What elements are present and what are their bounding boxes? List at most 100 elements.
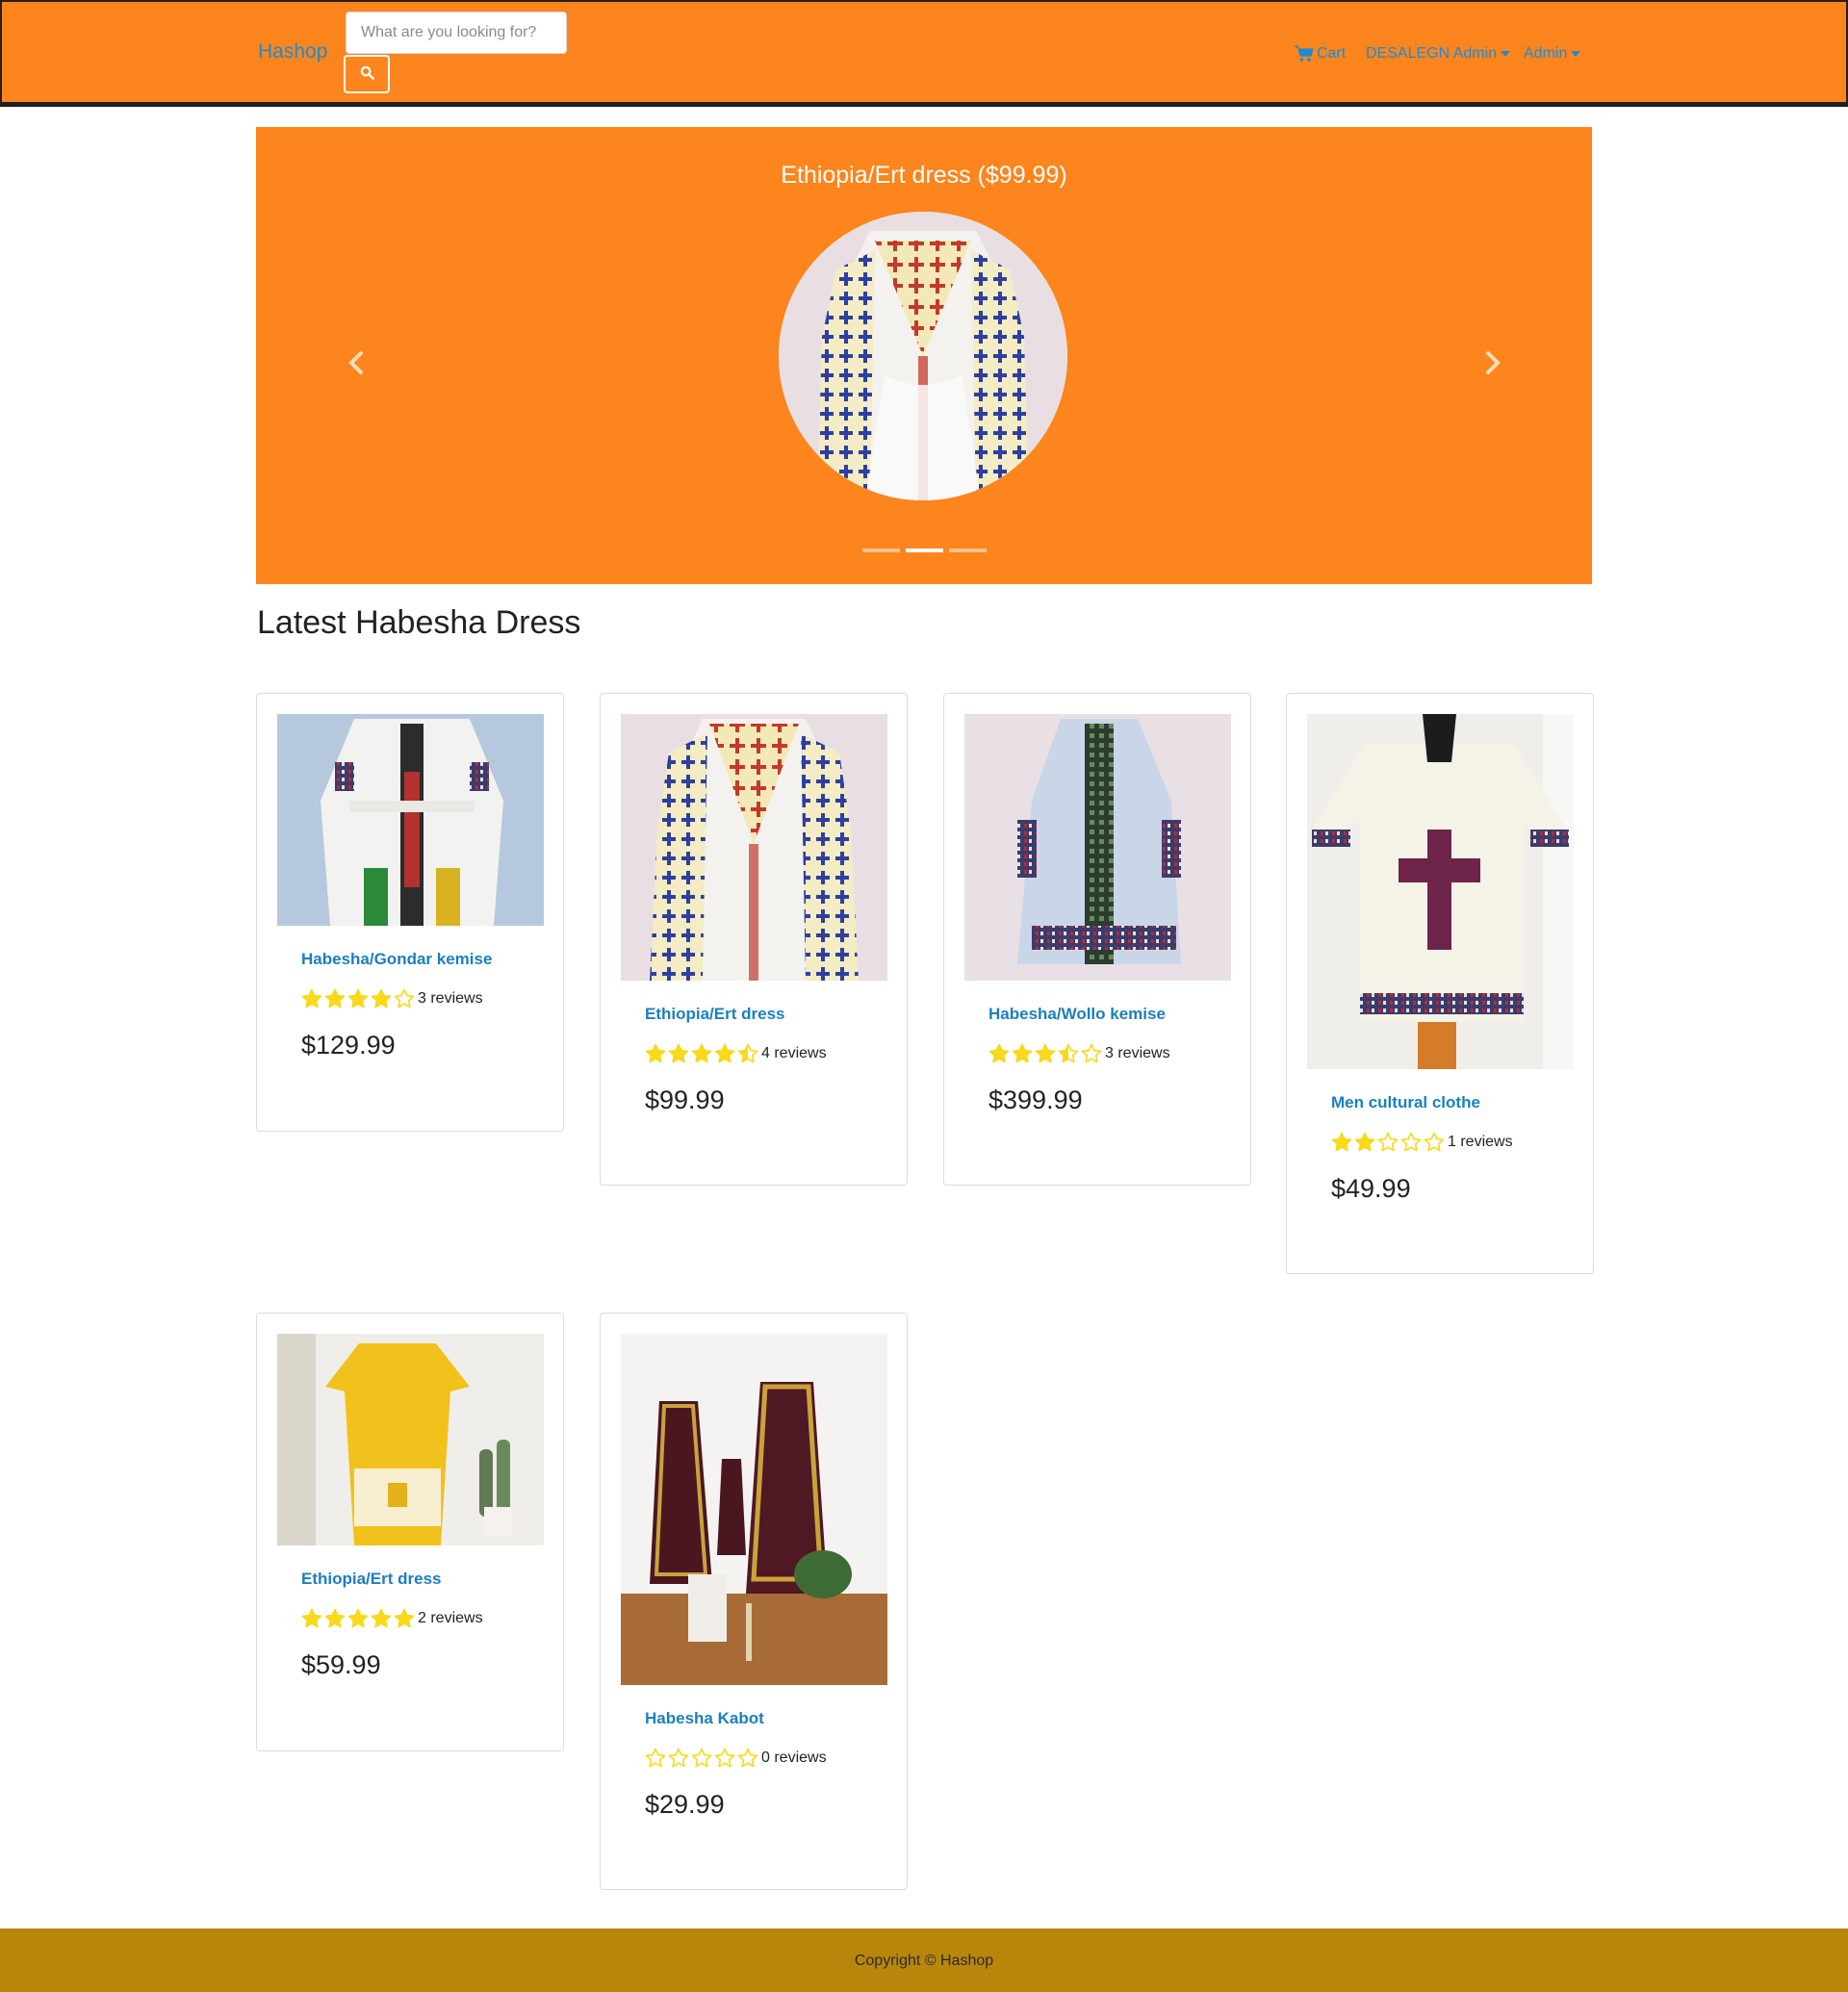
star-full-icon xyxy=(714,1043,735,1063)
search-input[interactable] xyxy=(346,12,567,54)
star-full-icon xyxy=(691,1043,712,1063)
product-image[interactable] xyxy=(621,1334,887,1685)
star-full-icon xyxy=(371,988,392,1009)
star-empty-icon xyxy=(691,1748,712,1768)
product-card: Habesha Kabot 0 reviews $29.99 xyxy=(600,1313,908,1890)
chevron-right-icon xyxy=(1473,351,1511,386)
product-title[interactable]: Habesha/Gondar kemise xyxy=(301,950,542,969)
cart-icon xyxy=(1295,45,1314,63)
product-info: Ethiopia/Ert dress 4 reviews $99.99 xyxy=(645,1005,886,1115)
chevron-left-icon xyxy=(338,351,376,386)
copyright-text: Copyright © Hashop xyxy=(854,1953,994,1969)
product-title[interactable]: Habesha/Wollo kemise xyxy=(988,1005,1229,1024)
carousel-product-image[interactable] xyxy=(779,212,1067,500)
cart-link[interactable]: Cart xyxy=(1295,42,1346,65)
user-label: DESALEGN Admin xyxy=(1366,45,1498,62)
star-empty-icon xyxy=(1081,1043,1102,1063)
star-full-icon xyxy=(371,1608,392,1628)
carousel-next-button[interactable] xyxy=(1473,344,1511,382)
product-title[interactable]: Ethiopia/Ert dress xyxy=(645,1005,886,1024)
carousel-indicators xyxy=(256,549,1592,552)
star-full-icon xyxy=(988,1043,1010,1063)
carousel-caption[interactable]: Ethiopia/Ert dress ($99.99) xyxy=(256,162,1592,190)
product-rating: 3 reviews xyxy=(988,1043,1229,1064)
star-full-icon xyxy=(347,1608,369,1628)
product-title[interactable]: Ethiopia/Ert dress xyxy=(301,1570,542,1589)
admin-label: Admin xyxy=(1524,45,1568,62)
star-full-icon xyxy=(324,1608,346,1628)
carousel-indicator[interactable] xyxy=(948,549,987,552)
search-icon xyxy=(360,65,374,83)
star-empty-icon xyxy=(714,1748,735,1768)
carousel-indicator[interactable] xyxy=(861,549,900,552)
product-image[interactable] xyxy=(277,714,544,926)
star-empty-icon xyxy=(1424,1132,1445,1152)
product-carousel: Ethiopia/Ert dress ($99.99) xyxy=(256,127,1592,584)
star-full-icon xyxy=(668,1043,689,1063)
carousel-indicator[interactable] xyxy=(905,549,943,552)
product-info: Habesha/Gondar kemise 3 reviews $129.99 xyxy=(301,950,542,1060)
top-navbar: Hashop Cart DESALEGN Admin Admin xyxy=(0,0,1848,107)
product-price: $399.99 xyxy=(988,1085,1083,1114)
product-title[interactable]: Men cultural clothe xyxy=(1331,1093,1572,1112)
product-info: Ethiopia/Ert dress 2 reviews $59.99 xyxy=(301,1570,542,1680)
review-count: 3 reviews xyxy=(1105,1045,1170,1061)
product-card: Habesha/Gondar kemise 3 reviews $129.99 xyxy=(256,693,564,1132)
star-empty-icon xyxy=(1400,1132,1422,1152)
review-count: 1 reviews xyxy=(1448,1134,1513,1150)
star-empty-icon xyxy=(394,988,415,1009)
star-full-icon xyxy=(347,988,369,1009)
review-count: 0 reviews xyxy=(761,1749,827,1766)
product-image[interactable] xyxy=(277,1334,544,1545)
review-count: 3 reviews xyxy=(418,990,483,1007)
star-full-icon xyxy=(1035,1043,1056,1063)
product-price: $99.99 xyxy=(645,1085,725,1114)
product-price: $29.99 xyxy=(645,1790,725,1819)
star-full-icon xyxy=(301,1608,322,1628)
caret-down-icon xyxy=(1571,51,1581,57)
product-rating: 3 reviews xyxy=(301,988,542,1009)
star-full-icon xyxy=(394,1608,415,1628)
page-footer: Copyright © Hashop xyxy=(0,1928,1848,1992)
star-full-icon xyxy=(1354,1132,1375,1152)
product-info: Men cultural clothe 1 reviews $49.99 xyxy=(1331,1093,1572,1204)
star-full-icon xyxy=(645,1043,666,1063)
star-half-icon xyxy=(1058,1043,1079,1063)
caret-down-icon xyxy=(1501,51,1511,57)
review-count: 4 reviews xyxy=(761,1045,827,1061)
product-rating: 4 reviews xyxy=(645,1043,886,1064)
product-info: Habesha/Wollo kemise 3 reviews $399.99 xyxy=(988,1005,1229,1115)
admin-dropdown[interactable]: Admin xyxy=(1524,42,1581,65)
product-image[interactable] xyxy=(621,714,887,981)
brand-logo[interactable]: Hashop xyxy=(258,40,327,64)
user-dropdown[interactable]: DESALEGN Admin xyxy=(1366,42,1511,65)
star-empty-icon xyxy=(737,1748,758,1768)
star-full-icon xyxy=(324,988,346,1009)
star-full-icon xyxy=(301,988,322,1009)
product-image[interactable] xyxy=(964,714,1231,981)
product-card: Men cultural clothe 1 reviews $49.99 xyxy=(1286,693,1594,1274)
product-title[interactable]: Habesha Kabot xyxy=(645,1709,886,1728)
product-rating: 2 reviews xyxy=(301,1608,542,1629)
product-price: $129.99 xyxy=(301,1031,396,1060)
product-price: $49.99 xyxy=(1331,1174,1411,1203)
product-rating: 0 reviews xyxy=(645,1748,886,1769)
product-card: Ethiopia/Ert dress 2 reviews $59.99 xyxy=(256,1313,564,1751)
cart-label: Cart xyxy=(1317,45,1347,62)
star-empty-icon xyxy=(645,1748,666,1768)
star-full-icon xyxy=(1331,1132,1352,1152)
carousel-prev-button[interactable] xyxy=(338,344,376,382)
star-empty-icon xyxy=(1377,1132,1399,1152)
star-half-icon xyxy=(737,1043,758,1063)
section-title: Latest Habesha Dress xyxy=(257,604,581,641)
product-card: Ethiopia/Ert dress 4 reviews $99.99 xyxy=(600,693,908,1186)
review-count: 2 reviews xyxy=(418,1610,483,1626)
product-card: Habesha/Wollo kemise 3 reviews $399.99 xyxy=(943,693,1251,1186)
product-info: Habesha Kabot 0 reviews $29.99 xyxy=(645,1709,886,1820)
product-price: $59.99 xyxy=(301,1650,381,1679)
star-full-icon xyxy=(1012,1043,1033,1063)
search-button[interactable] xyxy=(344,55,390,93)
product-image[interactable] xyxy=(1307,714,1574,1069)
star-empty-icon xyxy=(668,1748,689,1768)
product-rating: 1 reviews xyxy=(1331,1132,1572,1153)
